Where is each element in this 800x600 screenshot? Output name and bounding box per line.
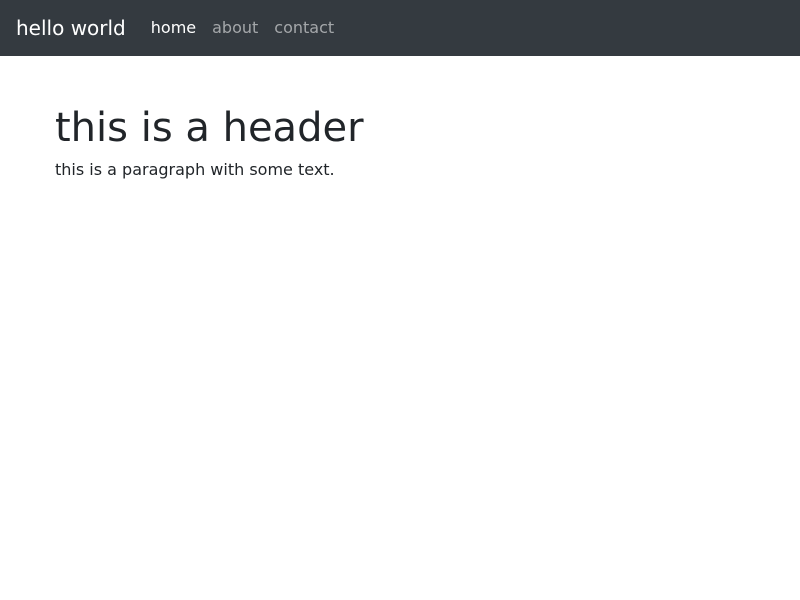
page-title: this is a header (55, 105, 364, 151)
nav-link-contact[interactable]: contact (274, 20, 334, 36)
navbar: hello world home about contact (0, 0, 800, 56)
nav-links: home about contact (151, 20, 350, 36)
main-content: this is a header this is a paragraph wit… (0, 56, 800, 179)
nav-link-about[interactable]: about (212, 20, 258, 36)
body-paragraph: this is a paragraph with some text. (55, 160, 335, 179)
navbar-brand[interactable]: hello world (16, 18, 126, 38)
nav-link-home[interactable]: home (151, 20, 196, 36)
